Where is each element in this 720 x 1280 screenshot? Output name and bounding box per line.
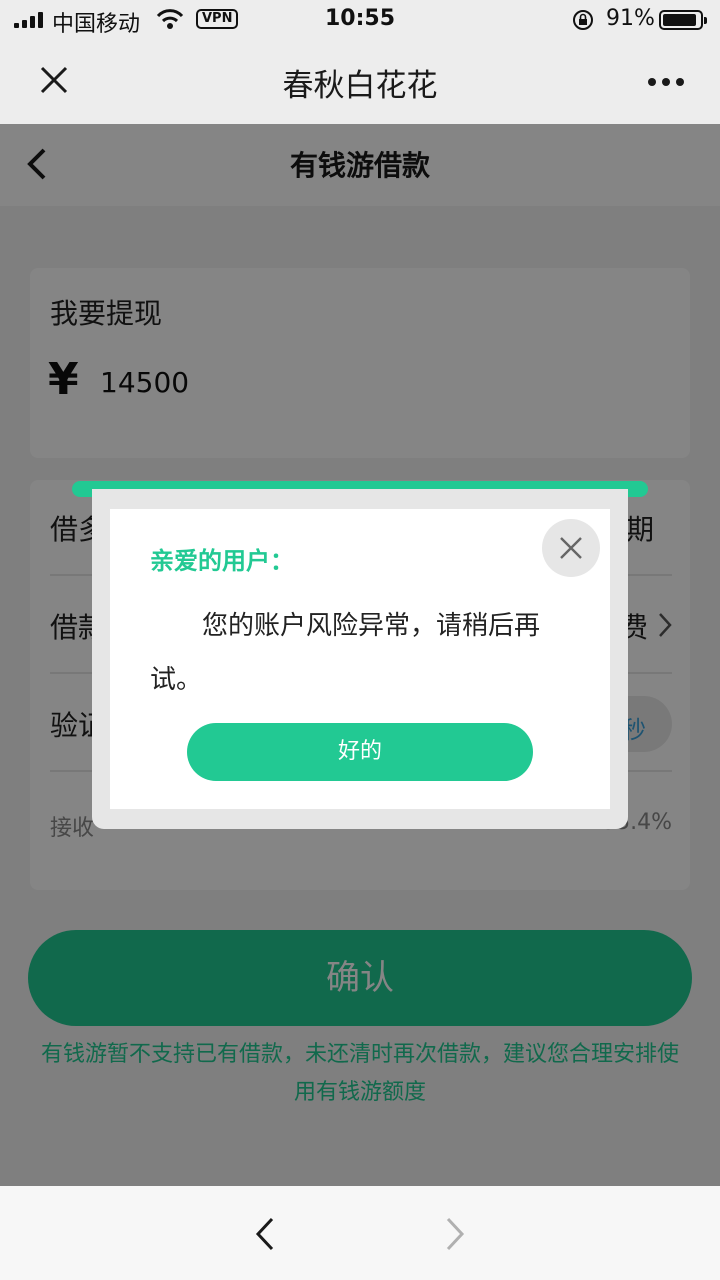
more-icon[interactable] <box>646 76 686 88</box>
browser-bottom-bar <box>0 1186 720 1280</box>
browser-forward-icon[interactable] <box>444 1216 466 1252</box>
dialog-message: 您的账户风险异常，请稍后再试。 <box>150 611 541 695</box>
webview-title: 春秋白花花 <box>282 68 438 104</box>
battery-fill <box>663 14 696 26</box>
ok-button[interactable]: 好的 <box>187 723 533 781</box>
dialog-close-button[interactable] <box>542 519 600 577</box>
webview-nav-bar: 春秋白花花 <box>0 40 720 124</box>
close-icon <box>560 537 582 559</box>
browser-back-icon[interactable] <box>254 1216 276 1252</box>
battery-percent: 91% <box>606 6 655 31</box>
status-bar: 中国移动 VPN 10:55 91% <box>0 0 720 40</box>
alert-dialog: 亲爱的用户： 您的账户风险异常，请稍后再试。 好的 <box>110 509 610 809</box>
battery-icon <box>659 10 707 30</box>
rotation-lock-icon <box>573 10 593 30</box>
dialog-title: 亲爱的用户： <box>150 547 294 575</box>
